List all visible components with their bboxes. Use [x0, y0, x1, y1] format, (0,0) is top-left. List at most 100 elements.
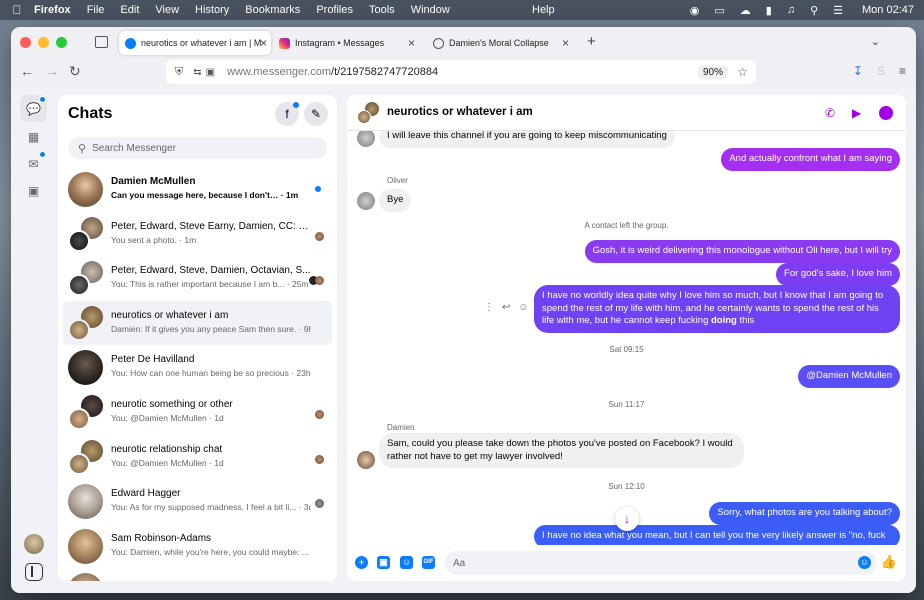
thumbs-up-icon[interactable]: 👍 [881, 554, 897, 570]
tab-bar: neurotics or whatever i am | Mes × Insta… [11, 27, 916, 58]
conversation-item[interactable]: Peter, Edward, Steve Earny, Damien, CC: … [63, 212, 332, 257]
scroll-to-bottom-arrow-icon[interactable]: ↓ [615, 507, 639, 531]
tab-overview-icon[interactable] [95, 36, 108, 48]
lock-icon[interactable]: ▣ [206, 67, 215, 78]
menu-help[interactable]: Help [532, 4, 555, 16]
message-composer: + ▣ ☺ GIF Aa ☺ 👍 [347, 545, 906, 581]
url-text[interactable]: www.messenger.com/t/2197582747720884 [227, 66, 438, 78]
menu-profiles[interactable]: Profiles [316, 4, 353, 16]
address-bar[interactable]: ⛨ ⇆ ▣ www.messenger.com/t/21975827477208… [166, 60, 756, 84]
search-input[interactable] [92, 142, 293, 154]
new-message-icon[interactable]: ✎ [304, 102, 328, 126]
message-line: rather not have to get my lawyer involve… [387, 450, 563, 462]
downloads-icon[interactable]: ↧ [853, 64, 863, 78]
menu-tools[interactable]: Tools [369, 4, 395, 16]
chat-list-panel: Chats f ✎ ⚲ Damien McMullen Can you mess… [58, 95, 337, 581]
conversation-item[interactable]: neurotic something or other You: @Damien… [63, 390, 332, 435]
new-tab-button[interactable]: + [587, 33, 596, 50]
conversation-name: neurotic something or other [111, 398, 233, 410]
video-call-icon[interactable]: ▶ [852, 106, 861, 120]
back-arrow-icon[interactable]: ← [20, 63, 34, 79]
requests-icon[interactable]: ✉ [20, 150, 47, 177]
menu-file[interactable]: File [87, 4, 105, 16]
conversation-item[interactable]: Edward Hagger You: As for my supposed ma… [63, 479, 332, 524]
more-actions-plus-icon[interactable]: + [355, 556, 368, 569]
message-input[interactable]: Aa ☺ [445, 551, 877, 575]
more-options-icon[interactable]: ⋮ [484, 302, 494, 313]
avatar [68, 528, 103, 564]
weather-icon[interactable]: ☁ [740, 4, 751, 17]
message-line: life with me, but he cannot keep fucking… [542, 315, 892, 328]
conversation-name: neurotic relationship chat [111, 443, 223, 455]
zoom-level[interactable]: 90% [697, 65, 728, 79]
timestamp: Sun 12:10 [608, 482, 645, 491]
extension-icon[interactable]: S [877, 64, 885, 78]
minimize-window-button[interactable] [38, 37, 49, 48]
conversation-name: Edward Hagger [111, 488, 181, 500]
close-window-button[interactable] [20, 37, 31, 48]
sidebar-toggle-icon[interactable] [25, 563, 43, 581]
battery-icon[interactable]: ▮ [766, 4, 772, 17]
permissions-icon[interactable]: ⇆ [193, 67, 201, 78]
apple-menu-icon[interactable]:  [0, 3, 34, 17]
conversation-info-icon[interactable]: i [879, 106, 893, 120]
conversation-item[interactable]: neurotic relationship chat You: @Damien … [63, 435, 332, 480]
react-emoji-icon[interactable]: ☺ [518, 302, 528, 313]
menu-history[interactable]: History [195, 4, 229, 16]
seen-avatar [315, 231, 324, 241]
bookmark-star-icon[interactable]: ☆ [737, 65, 748, 79]
status-icon[interactable]: ◉ [690, 4, 700, 17]
tab-messenger[interactable]: neurotics or whatever i am | Mes × [119, 31, 271, 55]
menu-view[interactable]: View [155, 4, 179, 16]
reload-icon[interactable]: ↻ [69, 63, 81, 80]
sender-name: Damien [387, 423, 415, 432]
audio-call-icon[interactable]: ✆ [825, 106, 835, 120]
conversation-snippet: Damien: If it gives you any peace Sam th… [111, 323, 311, 334]
sticker-icon[interactable]: ☺ [400, 556, 413, 569]
menu-clock[interactable]: Mon 02:47 [862, 4, 914, 16]
tab-title: Damien's Moral Collapse [449, 38, 549, 48]
marketplace-icon[interactable]: ▦ [20, 123, 47, 150]
conversation-item[interactable]: Damien McMullen Can you message here, be… [63, 167, 332, 212]
avatar [68, 274, 90, 297]
close-tab-icon[interactable]: × [408, 36, 415, 50]
forward-arrow-icon[interactable]: → [45, 63, 59, 79]
emoji-picker-icon[interactable]: ☺ [858, 556, 871, 569]
shield-icon[interactable]: ⛨ [175, 66, 183, 79]
close-tab-icon[interactable]: × [260, 36, 267, 50]
message-outgoing-partial: I have no idea what you mean, but I can … [534, 525, 900, 545]
close-tab-icon[interactable]: × [562, 36, 569, 50]
archive-icon[interactable]: ▣ [20, 177, 47, 204]
screen-mirroring-icon[interactable]: ▭ [714, 4, 724, 17]
message-line: spend the rest of my life with him, and … [542, 302, 879, 314]
conversation-item[interactable]: Peter, Edward, Steve, Damien, Octavian, … [63, 256, 332, 301]
search-box[interactable]: ⚲ [68, 137, 327, 159]
fullscreen-window-button[interactable] [56, 37, 67, 48]
control-center-icon[interactable]: ☰ [833, 4, 843, 17]
message-outgoing: And actually confront what I am saying [721, 148, 900, 171]
menu-window[interactable]: Window [411, 4, 450, 16]
spotlight-search-icon[interactable]: ⚲ [810, 4, 818, 17]
conversation-item[interactable]: neurotics or whatever i am Damien: If it… [63, 300, 332, 346]
conversation-item[interactable]: Sam Robinson-Adams You: Damien, while yo… [63, 524, 332, 569]
profile-avatar[interactable] [24, 534, 44, 554]
tab-article[interactable]: Damien's Moral Collapse × [427, 31, 577, 55]
facebook-icon[interactable]: f [275, 102, 299, 126]
menu-hamburger-icon[interactable]: ≡ [899, 64, 906, 78]
conversation-title[interactable]: neurotics or whatever i am [387, 106, 533, 118]
headphones-icon[interactable]: ♫ [787, 4, 795, 16]
conversation-item-partial[interactable] [63, 568, 332, 581]
conversation-item[interactable]: Peter De Havilland You: How can one huma… [63, 345, 332, 390]
menu-bookmarks[interactable]: Bookmarks [245, 4, 300, 16]
tab-instagram[interactable]: Instagram • Messages × [273, 31, 423, 55]
navigation-toolbar: ← → ↻ ⛨ ⇆ ▣ www.messenger.com/t/21975827… [11, 58, 916, 87]
chats-nav-icon[interactable]: 💬 [20, 95, 47, 122]
group-avatar[interactable] [357, 102, 379, 124]
list-all-tabs-chevron-icon[interactable]: ⌄ [871, 35, 880, 48]
menu-app-name[interactable]: Firefox [34, 4, 71, 16]
attach-photo-icon[interactable]: ▣ [377, 556, 390, 569]
menu-edit[interactable]: Edit [120, 4, 139, 16]
reply-icon[interactable]: ↩ [502, 302, 510, 313]
gif-icon[interactable]: GIF [422, 556, 435, 569]
notification-dot [293, 102, 299, 108]
